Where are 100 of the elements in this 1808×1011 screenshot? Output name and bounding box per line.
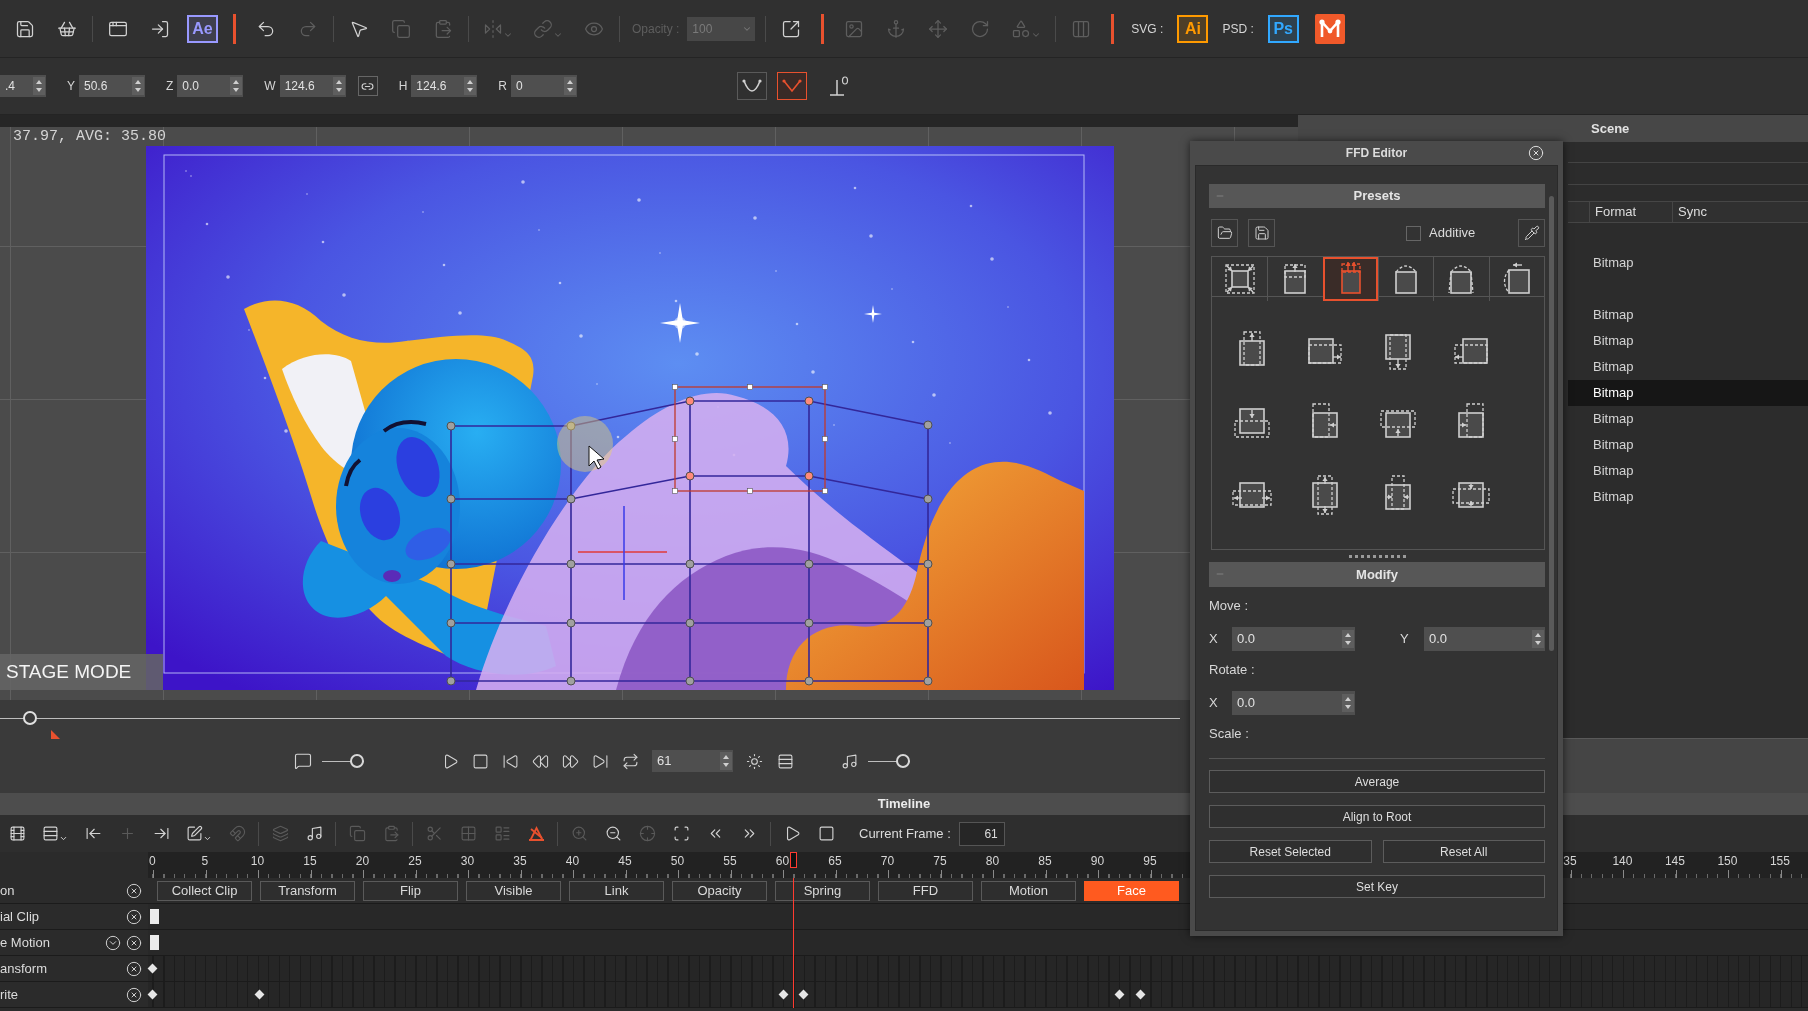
sun-icon [745, 752, 763, 770]
track-name: rite [0, 985, 20, 1004]
number-field[interactable]: 0.0 [1424, 627, 1545, 651]
channel-button[interactable]: Opacity [672, 880, 767, 901]
stepper-arrows-icon[interactable] [33, 77, 45, 95]
close-circle-icon[interactable] [126, 934, 142, 951]
chevron-circle-icon[interactable] [105, 934, 121, 951]
number-field[interactable]: 124.6 [279, 75, 346, 97]
section-header[interactable]: Presets [1209, 184, 1545, 208]
stepper-arrows-icon[interactable] [1342, 694, 1354, 712]
caption-icon[interactable] [294, 752, 312, 770]
toolbar-label: PSD : [1222, 20, 1254, 38]
ruler-label: 25 [408, 854, 422, 868]
keyframe-marker[interactable] [778, 989, 789, 1000]
number-field[interactable]: 0.0 [1232, 627, 1355, 651]
channel-button[interactable]: FFD [878, 880, 973, 901]
stepper-arrows-icon[interactable] [1342, 630, 1354, 648]
close-circle-icon[interactable] [126, 960, 142, 977]
stepper-arrows-icon[interactable] [230, 77, 243, 95]
stepper-arrows-icon[interactable] [1532, 630, 1544, 648]
ratio-lock-button[interactable] [357, 76, 378, 96]
close-circle-icon[interactable] [126, 882, 142, 899]
action-button[interactable]: Align to Root [1209, 805, 1545, 828]
format-badge[interactable]: Ae [187, 14, 218, 43]
channel-button[interactable]: Visible [466, 880, 561, 901]
section-header[interactable]: Modify [1209, 562, 1545, 587]
scrollbar[interactable] [1549, 196, 1554, 651]
number-field[interactable]: .4 [0, 75, 46, 97]
axis-label: Y [1400, 630, 1410, 649]
keyframe-block[interactable] [150, 909, 160, 924]
slider-knob[interactable] [896, 754, 910, 768]
timeline-scrubber[interactable] [0, 711, 1180, 725]
stepper-arrows-icon[interactable] [464, 77, 477, 95]
track-name: on [0, 881, 16, 900]
stepper-arrows-icon[interactable] [564, 77, 577, 95]
deformation-mesh-drawing[interactable] [446, 384, 933, 686]
action-button[interactable]: Reset Selected [1209, 840, 1372, 863]
playhead-handle[interactable] [790, 852, 798, 868]
curve-mode-button[interactable] [737, 72, 768, 100]
channel-button[interactable]: Collect Clip [157, 880, 252, 901]
volume-slider[interactable] [868, 754, 910, 768]
triangle-marker-icon [51, 730, 60, 739]
channel-button[interactable]: Spring [775, 880, 870, 901]
keyframe-marker[interactable] [1114, 989, 1125, 1000]
track-name: ial Clip [0, 907, 40, 926]
table-row[interactable]: Bitmap [1568, 380, 1808, 406]
action-button[interactable]: Set Key [1209, 875, 1545, 898]
logo-icon[interactable] [1314, 13, 1345, 44]
preset-tab[interactable] [1322, 257, 1378, 301]
splitter-handle-icon[interactable] [1348, 554, 1406, 558]
pointer-cursor-icon [557, 416, 613, 472]
channel-button[interactable]: Transform [260, 880, 355, 901]
slider-knob[interactable] [350, 754, 364, 768]
column-header[interactable]: Format [1590, 202, 1673, 222]
ruler-label: 70 [880, 854, 895, 868]
caption-slider[interactable] [322, 754, 364, 768]
track-lane[interactable] [148, 982, 1808, 1007]
current-frame-field[interactable]: 61 [958, 821, 1005, 846]
action-button[interactable]: Reset All [1382, 840, 1545, 863]
keyframe-marker[interactable] [798, 989, 809, 1000]
stepper-arrows-icon[interactable] [132, 77, 144, 95]
format-badge[interactable]: Ai [1177, 14, 1209, 43]
keyframe-marker[interactable] [254, 989, 265, 1000]
stepper-arrows-icon[interactable] [332, 77, 345, 95]
additive-checkbox[interactable] [1406, 225, 1421, 241]
number-field[interactable]: 0 [511, 75, 578, 97]
keyframe-marker[interactable] [148, 989, 158, 1000]
close-circle-icon[interactable] [126, 986, 142, 1003]
keyframe-marker[interactable] [148, 963, 158, 974]
open-folder-button[interactable] [1211, 219, 1238, 247]
channel-button[interactable]: Link [569, 880, 664, 901]
current-frame-label: Current Frame : [859, 824, 951, 843]
close-icon[interactable] [1528, 145, 1544, 161]
channel-button[interactable]: Flip [363, 880, 458, 901]
checkbox-label: Additive [1429, 224, 1476, 243]
number-field[interactable]: 0.0 [1232, 691, 1355, 715]
scrubber-knob[interactable] [23, 711, 38, 725]
number-field[interactable]: 0.0 [177, 75, 244, 97]
rows-icon [776, 752, 794, 770]
column-header[interactable]: Sync [1673, 202, 1808, 222]
keyframe-block[interactable] [150, 935, 160, 950]
axis-label: X [1209, 630, 1219, 649]
curve-mode-button[interactable] [777, 72, 808, 100]
pivot-icon[interactable] [829, 76, 850, 96]
channel-button[interactable]: Motion [981, 880, 1076, 901]
frame-field[interactable]: 61 [652, 750, 733, 772]
format-badge[interactable]: Ps [1267, 14, 1299, 43]
save-icon [1253, 225, 1270, 241]
v-curve-icon [782, 79, 803, 93]
track-lane[interactable] [148, 956, 1808, 981]
ruler-label: 95 [1143, 854, 1157, 868]
stepper-arrows-icon[interactable] [720, 752, 732, 770]
action-button[interactable]: Average [1209, 770, 1545, 793]
number-field[interactable]: 50.6 [79, 75, 145, 97]
save-preset-button[interactable] [1248, 219, 1275, 247]
pen-button[interactable] [1518, 219, 1545, 247]
ruler-label: 75 [933, 854, 947, 868]
close-circle-icon[interactable] [126, 908, 142, 925]
number-field[interactable]: 124.6 [411, 75, 478, 97]
keyframe-marker[interactable] [1135, 989, 1146, 1000]
